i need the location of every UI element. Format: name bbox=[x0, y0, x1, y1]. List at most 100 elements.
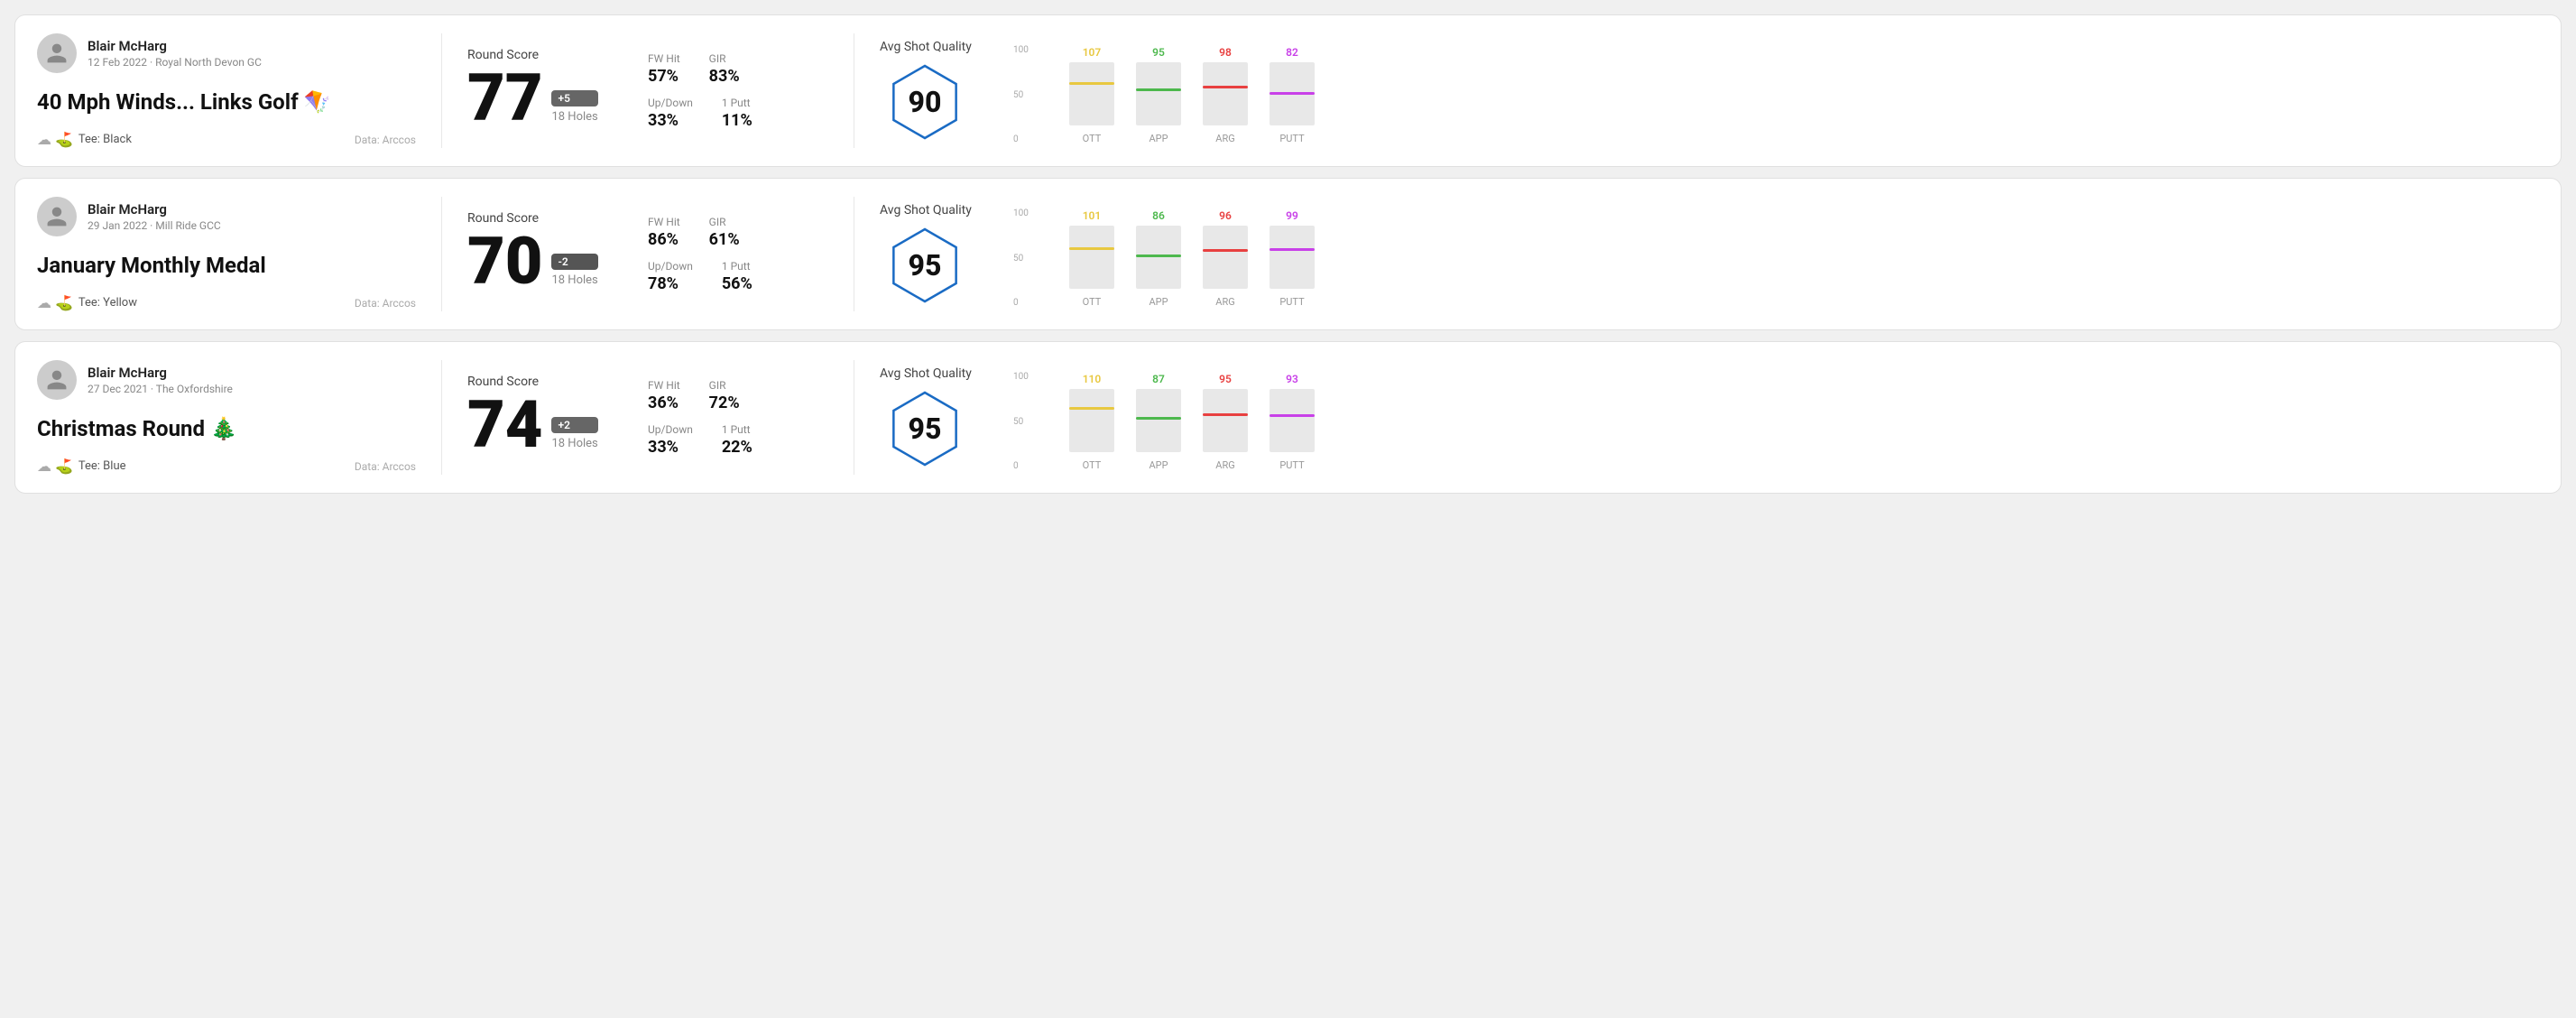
card-bottom-row: ☁ ⛳Tee: Blue Data: Arccos bbox=[37, 458, 416, 475]
bar-background bbox=[1136, 389, 1181, 452]
bar-group-app: 95APP bbox=[1136, 46, 1181, 144]
score-row: 77+518 Holes bbox=[467, 66, 648, 131]
section-divider bbox=[441, 197, 442, 311]
round-card-card-2: Blair McHarg29 Jan 2022 · Mill Ride GCCJ… bbox=[14, 178, 2562, 330]
hexagon-shape: 90 bbox=[884, 61, 965, 143]
bar-background bbox=[1069, 62, 1114, 125]
bar-wrapper bbox=[1270, 226, 1315, 289]
stat-label: Up/Down bbox=[648, 260, 693, 273]
bar-indicator-line bbox=[1136, 417, 1181, 420]
stats-row-1: FW Hit86% GIR61% bbox=[648, 216, 828, 249]
quality-section: Avg Shot Quality 95 bbox=[880, 360, 1024, 475]
card-left-section: Blair McHarg27 Dec 2021 · The Oxfordshir… bbox=[37, 360, 416, 475]
stat-gir: GIR72% bbox=[709, 379, 740, 412]
bar-value-label: 93 bbox=[1286, 373, 1298, 385]
stats-section: FW Hit36%GIR72%Up/Down33%1 Putt22% bbox=[648, 360, 828, 475]
stat-label: Up/Down bbox=[648, 97, 693, 109]
stat-up-down: Up/Down 33% bbox=[648, 423, 693, 457]
bar-indicator-line bbox=[1270, 414, 1315, 417]
bar-group-arg: 98ARG bbox=[1203, 46, 1248, 144]
bar-indicator-line bbox=[1136, 255, 1181, 257]
score-number: 74 bbox=[467, 393, 542, 458]
bar-background bbox=[1270, 226, 1315, 289]
bar-wrapper bbox=[1136, 226, 1181, 289]
quality-score: 95 bbox=[909, 248, 942, 282]
bar-background bbox=[1136, 226, 1181, 289]
round-title: Christmas Round 🎄 bbox=[37, 416, 416, 441]
quality-label: Avg Shot Quality bbox=[880, 366, 972, 381]
score-section: Round Score70-218 Holes bbox=[467, 197, 648, 311]
score-number: 70 bbox=[467, 229, 542, 294]
bar-background bbox=[1203, 226, 1248, 289]
bar-value-label: 96 bbox=[1219, 209, 1232, 222]
bar-wrapper bbox=[1069, 62, 1114, 125]
stat-up-down: Up/Down 33% bbox=[648, 97, 693, 130]
bar-axis-label: ARG bbox=[1215, 133, 1234, 144]
bar-wrapper bbox=[1203, 389, 1248, 452]
bar-value-label: 86 bbox=[1152, 209, 1165, 222]
bar-indicator-line bbox=[1069, 82, 1114, 85]
user-info: Blair McHarg12 Feb 2022 · Royal North De… bbox=[37, 33, 416, 73]
hexagon-shape: 95 bbox=[884, 225, 965, 306]
tee-info: ☁ ⛳Tee: Blue bbox=[37, 458, 126, 475]
stat-1-putt: 1 Putt11% bbox=[722, 97, 752, 130]
stat-value: 33% bbox=[648, 438, 693, 457]
bar-axis-label: PUTT bbox=[1279, 459, 1304, 471]
stat-gir: GIR83% bbox=[709, 52, 740, 86]
bar-indicator-line bbox=[1203, 413, 1248, 416]
bar-wrapper bbox=[1203, 226, 1248, 289]
stats-row-1: FW Hit36% GIR72% bbox=[648, 379, 828, 412]
y-axis: 100500 bbox=[1013, 45, 1029, 144]
section-divider bbox=[441, 33, 442, 148]
stats-section: FW Hit57%GIR83%Up/Down33%1 Putt11% bbox=[648, 33, 828, 148]
bar-value-label: 110 bbox=[1083, 373, 1102, 385]
cards-container: Blair McHarg12 Feb 2022 · Royal North De… bbox=[14, 14, 2562, 494]
bar-background bbox=[1270, 389, 1315, 452]
bar-wrapper bbox=[1136, 389, 1181, 452]
user-text: Blair McHarg12 Feb 2022 · Royal North De… bbox=[88, 38, 262, 69]
quality-section: Avg Shot Quality 90 bbox=[880, 33, 1024, 148]
score-badge: +2 bbox=[551, 417, 597, 433]
weather-icon: ☁ ⛳ bbox=[37, 131, 73, 148]
card-bottom-row: ☁ ⛳Tee: BlackData: Arccos bbox=[37, 131, 416, 148]
bar-wrapper bbox=[1069, 226, 1114, 289]
bar-axis-label: OTT bbox=[1083, 459, 1102, 471]
bar-background bbox=[1203, 389, 1248, 452]
user-name: Blair McHarg bbox=[88, 201, 221, 217]
stat-up-down: Up/Down78% bbox=[648, 260, 693, 293]
user-name: Blair McHarg bbox=[88, 365, 233, 381]
round-card-card-3: Blair McHarg27 Dec 2021 · The Oxfordshir… bbox=[14, 341, 2562, 494]
card-left-section: Blair McHarg12 Feb 2022 · Royal North De… bbox=[37, 33, 416, 148]
bar-background bbox=[1270, 62, 1315, 125]
stat-1-putt: 1 Putt56% bbox=[722, 260, 752, 293]
stat-value: 33% bbox=[648, 111, 693, 130]
stat-fw-hit: FW Hit86% bbox=[648, 216, 680, 249]
bar-group-ott: 110 OTT bbox=[1069, 373, 1114, 471]
bar-axis-label: ARG bbox=[1215, 459, 1234, 471]
bar-indicator-line bbox=[1270, 248, 1315, 251]
bar-group-ott: 107OTT bbox=[1069, 46, 1114, 144]
bar-wrapper bbox=[1136, 62, 1181, 125]
stat-label: 1 Putt bbox=[722, 423, 752, 436]
bar-indicator-line bbox=[1270, 92, 1315, 95]
stat-label: GIR bbox=[709, 216, 740, 228]
user-text: Blair McHarg29 Jan 2022 · Mill Ride GCC bbox=[88, 201, 221, 232]
stat-gir: GIR61% bbox=[709, 216, 740, 249]
round-card-card-1: Blair McHarg12 Feb 2022 · Royal North De… bbox=[14, 14, 2562, 167]
score-section: Round Score77+518 Holes bbox=[467, 33, 648, 148]
chart-section: 100500107OTT95APP98ARG82PUTT bbox=[1024, 33, 2539, 148]
hexagon-container: 95 bbox=[880, 225, 970, 306]
round-title: 40 Mph Winds... Links Golf 🪁 bbox=[37, 89, 416, 115]
stat-value: 72% bbox=[709, 393, 740, 412]
data-source-label: Data: Arccos bbox=[355, 297, 416, 310]
data-source-label: Data: Arccos bbox=[355, 460, 416, 473]
bar-axis-label: PUTT bbox=[1279, 133, 1304, 144]
stat-fw-hit: FW Hit36% bbox=[648, 379, 680, 412]
quality-label: Avg Shot Quality bbox=[880, 40, 972, 54]
stat-label: Up/Down bbox=[648, 423, 693, 436]
bar-chart-container: 100500110OTT87APP95ARG93PUTT bbox=[1042, 372, 2539, 471]
section-divider bbox=[441, 360, 442, 475]
stats-row-2: Up/Down33%1 Putt22% bbox=[648, 423, 828, 457]
score-row: 70-218 Holes bbox=[467, 229, 648, 294]
bar-group-putt: 82PUTT bbox=[1270, 46, 1315, 144]
